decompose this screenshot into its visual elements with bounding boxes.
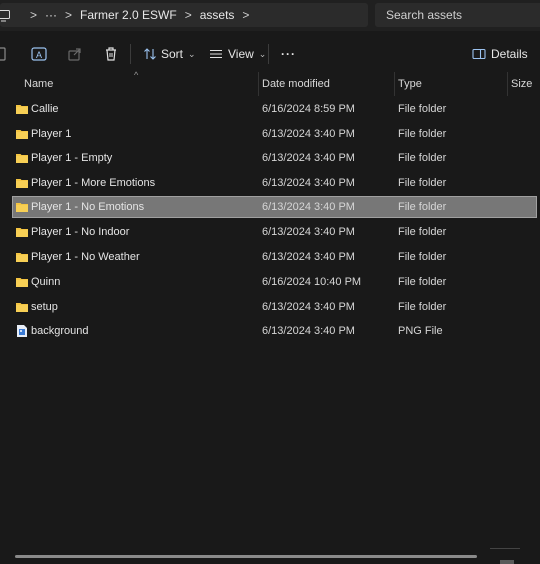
column-header-type[interactable]: Type	[398, 72, 422, 96]
folder-icon	[16, 179, 28, 189]
file-row[interactable]: Player 1 6/13/2024 3:40 PM File folder	[0, 122, 540, 147]
column-resize-handle[interactable]	[394, 72, 395, 96]
file-date-modified: 6/13/2024 3:40 PM	[262, 325, 355, 338]
file-date-modified: 6/13/2024 3:40 PM	[262, 127, 355, 140]
breadcrumb-separator-icon[interactable]: >	[185, 8, 192, 22]
file-type: File folder	[398, 127, 447, 140]
rename-icon[interactable]: A	[30, 45, 48, 63]
file-type: File folder	[398, 226, 447, 239]
file-row[interactable]: Player 1 - No Weather 6/13/2024 3:40 PM …	[0, 245, 540, 270]
file-date-modified: 6/13/2024 3:40 PM	[262, 251, 355, 264]
folder-icon	[16, 228, 28, 238]
file-name: background	[31, 325, 89, 338]
breadcrumb-item-farmer[interactable]: Farmer 2.0 ESWF	[80, 8, 177, 22]
file-name: Callie	[31, 103, 59, 115]
folder-icon	[16, 253, 28, 263]
breadcrumb-overflow-button[interactable]: ···	[45, 8, 57, 22]
file-explorer-window: > ··· > Farmer 2.0 ESWF > assets > A	[0, 0, 540, 564]
horizontal-scrollbar[interactable]	[15, 555, 477, 558]
breadcrumb-separator-icon[interactable]: >	[242, 8, 249, 22]
file-name: Player 1 - No Indoor	[31, 226, 130, 239]
file-name: Player 1 - Empty	[31, 152, 113, 165]
file-row[interactable]: Player 1 - No Indoor 6/13/2024 3:40 PM F…	[0, 220, 540, 245]
file-type: File folder	[398, 200, 447, 213]
computer-icon[interactable]	[0, 9, 10, 22]
file-name: Quinn	[31, 275, 61, 288]
folder-icon	[16, 202, 28, 212]
share-icon[interactable]	[66, 45, 84, 63]
file-type: File folder	[398, 251, 447, 264]
breadcrumb[interactable]: > ··· > Farmer 2.0 ESWF > assets >	[0, 3, 368, 27]
png-file-icon	[17, 325, 27, 338]
more-options-button[interactable]: ···	[281, 44, 296, 64]
delete-icon[interactable]	[102, 45, 120, 63]
folder-icon	[16, 105, 28, 114]
folder-icon	[16, 302, 28, 312]
file-row[interactable]: Player 1 - More Emotions 6/13/2024 3:40 …	[0, 171, 540, 196]
column-header-size[interactable]: Size	[511, 72, 532, 96]
toolbar-divider	[268, 44, 269, 64]
view-icon	[210, 49, 222, 59]
search-input[interactable]	[386, 8, 536, 22]
column-resize-handle[interactable]	[258, 72, 259, 96]
column-resize-handle[interactable]	[507, 72, 508, 96]
breadcrumb-separator-icon[interactable]: >	[65, 8, 72, 22]
folder-icon	[16, 154, 28, 164]
file-row[interactable]: Player 1 - Empty 6/13/2024 3:40 PM File …	[0, 146, 540, 171]
details-label: Details	[491, 47, 528, 61]
divider	[490, 548, 520, 549]
view-button[interactable]: View ⌄	[209, 44, 266, 64]
sort-icon	[144, 48, 156, 60]
file-type: File folder	[398, 275, 447, 288]
file-date-modified: 6/13/2024 3:40 PM	[262, 200, 355, 213]
file-name: Player 1	[31, 127, 72, 140]
file-name: Player 1 - No Weather	[31, 251, 140, 264]
svg-text:A: A	[36, 50, 42, 60]
file-list: Callie 6/16/2024 8:59 PM File folder Pla…	[0, 97, 540, 344]
file-name: Player 1 - More Emotions	[31, 177, 156, 190]
details-pane-button[interactable]: Details	[472, 44, 528, 64]
scrollbar-corner[interactable]	[500, 560, 514, 564]
file-name: setup	[31, 300, 58, 313]
sort-ascending-icon: ^	[134, 70, 139, 80]
file-date-modified: 6/13/2024 3:40 PM	[262, 152, 355, 165]
view-label: View	[228, 47, 254, 61]
file-date-modified: 6/13/2024 3:40 PM	[262, 226, 355, 239]
file-row[interactable]: background 6/13/2024 3:40 PM PNG File	[0, 319, 540, 344]
breadcrumb-item-assets[interactable]: assets	[200, 8, 235, 22]
column-header-date-modified[interactable]: Date modified	[262, 72, 330, 96]
folder-icon	[16, 129, 28, 139]
file-row[interactable]: Callie 6/16/2024 8:59 PM File folder	[0, 97, 540, 122]
file-type: File folder	[398, 177, 447, 190]
file-row[interactable]: Quinn 6/16/2024 10:40 PM File folder	[0, 270, 540, 295]
file-name: Player 1 - No Emotions	[31, 200, 145, 213]
address-bar: > ··· > Farmer 2.0 ESWF > assets >	[0, 0, 540, 31]
sort-label: Sort	[161, 47, 184, 61]
file-type: PNG File	[398, 325, 443, 338]
cut-icon[interactable]	[0, 45, 10, 63]
file-date-modified: 6/13/2024 3:40 PM	[262, 177, 355, 190]
file-type: File folder	[398, 300, 447, 313]
file-row-selected[interactable]: Player 1 - No Emotions 6/13/2024 3:40 PM…	[0, 195, 540, 221]
chevron-down-icon: ⌄	[188, 48, 196, 59]
file-type: File folder	[398, 152, 447, 165]
file-date-modified: 6/16/2024 10:40 PM	[262, 275, 362, 288]
folder-icon	[16, 277, 28, 287]
details-pane-icon	[472, 48, 486, 60]
toolbar-divider	[130, 44, 131, 64]
command-bar: A Sort ⌄ View ⌄ ··· Details	[0, 36, 540, 72]
search-box[interactable]	[375, 3, 540, 27]
file-date-modified: 6/13/2024 3:40 PM	[262, 300, 355, 313]
file-row[interactable]: setup 6/13/2024 3:40 PM File folder	[0, 295, 540, 320]
breadcrumb-separator-icon[interactable]: >	[30, 8, 37, 22]
column-header: ^ Name Date modified Type Size	[0, 70, 540, 96]
file-type: File folder	[398, 103, 447, 115]
file-date-modified: 6/16/2024 8:59 PM	[262, 103, 355, 115]
sort-button[interactable]: Sort ⌄	[143, 44, 196, 64]
chevron-down-icon: ⌄	[258, 48, 267, 59]
column-header-name[interactable]: Name	[24, 72, 53, 96]
